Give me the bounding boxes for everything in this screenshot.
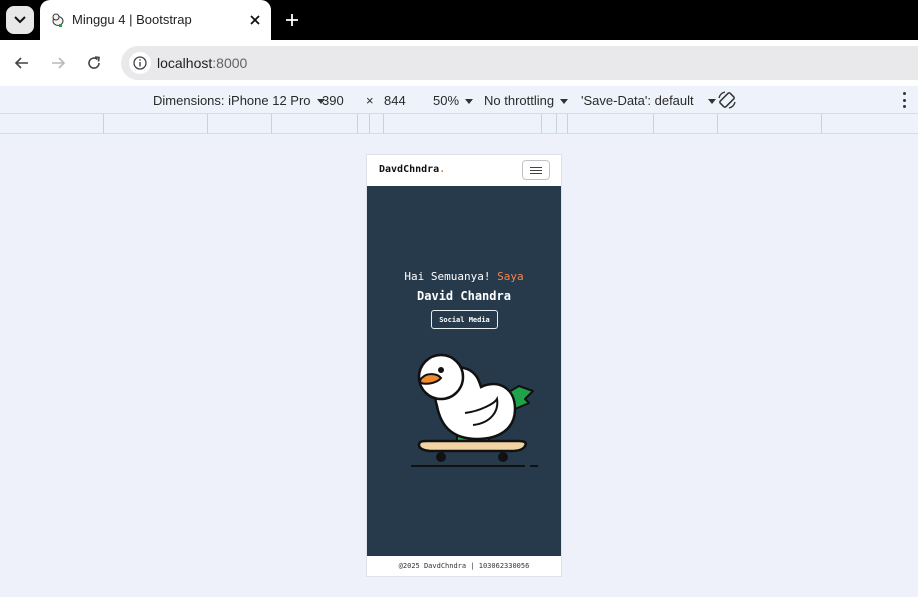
new-tab-button[interactable] bbox=[282, 10, 302, 30]
hero-section: Hai Semuanya! Saya David Chandra Social … bbox=[367, 186, 561, 556]
more-options-button[interactable] bbox=[898, 92, 910, 108]
caret-down-icon bbox=[707, 99, 716, 105]
ruler-tick bbox=[821, 114, 822, 133]
media-query-ruler[interactable] bbox=[0, 114, 918, 134]
tab-search-button[interactable] bbox=[6, 6, 34, 34]
ruler-tick bbox=[357, 114, 358, 133]
reload-button[interactable] bbox=[83, 52, 105, 74]
address-bar[interactable]: localhost:8000 bbox=[121, 46, 918, 80]
hero-greeting: Hai Semuanya! Saya bbox=[367, 270, 561, 283]
ruler-tick bbox=[556, 114, 557, 133]
ruler-tick bbox=[103, 114, 104, 133]
site-navbar: DavdChndra. bbox=[367, 155, 561, 186]
tab-title: Minggu 4 | Bootstrap bbox=[72, 12, 192, 27]
info-icon bbox=[133, 56, 147, 70]
chevron-down-icon bbox=[14, 16, 26, 24]
duck-skateboard-illustration bbox=[411, 353, 538, 467]
save-data-select[interactable]: 'Save-Data': default bbox=[581, 93, 716, 108]
site-footer: @2025 DavdChndra | 103062330056 bbox=[367, 556, 561, 576]
url-port: :8000 bbox=[212, 55, 248, 71]
site-info-button[interactable] bbox=[129, 52, 151, 74]
zoom-label: 50% bbox=[433, 93, 460, 108]
duck-favicon-icon bbox=[51, 13, 64, 27]
navbar-brand[interactable]: DavdChndra. bbox=[379, 164, 445, 175]
brand-text: DavdChndra bbox=[379, 164, 440, 175]
hamburger-icon bbox=[530, 172, 542, 174]
ruler-tick bbox=[207, 114, 208, 133]
save-data-label: 'Save-Data': default bbox=[581, 93, 694, 108]
greeting-text: Hai Semuanya! bbox=[404, 270, 491, 283]
back-button[interactable] bbox=[11, 52, 33, 74]
browser-toolbar: localhost:8000 bbox=[0, 40, 918, 86]
arrow-right-icon bbox=[52, 57, 66, 69]
brand-dot: . bbox=[439, 164, 446, 175]
dimension-separator: × bbox=[366, 93, 374, 108]
navbar-toggler-button[interactable] bbox=[522, 160, 550, 180]
arrow-left-icon bbox=[14, 57, 28, 69]
hero-name: David Chandra bbox=[417, 289, 511, 303]
url-host: localhost bbox=[157, 55, 213, 71]
throttling-select[interactable]: No throttling bbox=[484, 93, 569, 108]
hamburger-icon bbox=[530, 169, 542, 171]
ruler-tick bbox=[653, 114, 654, 133]
ruler-tick bbox=[271, 114, 272, 133]
close-icon bbox=[250, 15, 260, 25]
viewport-width-input[interactable]: 390 bbox=[322, 93, 344, 108]
throttling-label: No throttling bbox=[484, 93, 555, 108]
plus-icon bbox=[286, 14, 298, 26]
ruler-tick bbox=[369, 114, 370, 133]
dot-icon bbox=[902, 98, 906, 102]
url-text: localhost:8000 bbox=[157, 55, 247, 71]
dot-icon bbox=[902, 92, 906, 95]
ruler-tick bbox=[541, 114, 542, 133]
caret-down-icon bbox=[560, 99, 569, 105]
tab-close-button[interactable] bbox=[245, 10, 265, 30]
social-media-button[interactable]: Social Media bbox=[431, 310, 498, 329]
caret-down-icon bbox=[465, 99, 474, 105]
active-tab[interactable]: Minggu 4 | Bootstrap bbox=[40, 0, 271, 40]
viewport-height-input[interactable]: 844 bbox=[384, 93, 406, 108]
device-dimensions-label: Dimensions: iPhone 12 Pro bbox=[153, 93, 311, 108]
tab-strip: Minggu 4 | Bootstrap bbox=[0, 0, 918, 40]
device-toolbar: Dimensions: iPhone 12 Pro 390 × 844 50% … bbox=[0, 86, 918, 114]
device-dimensions-select[interactable]: Dimensions: iPhone 12 Pro bbox=[153, 93, 325, 108]
greeting-accent: Saya bbox=[497, 270, 524, 283]
ruler-tick bbox=[567, 114, 568, 133]
zoom-select[interactable]: 50% bbox=[433, 93, 474, 108]
hamburger-icon bbox=[530, 166, 542, 168]
device-viewport: DavdChndra. Hai Semuanya! Saya David Cha… bbox=[366, 154, 562, 577]
ruler-tick bbox=[383, 114, 384, 133]
forward-button[interactable] bbox=[47, 52, 69, 74]
rotate-device-icon[interactable] bbox=[717, 90, 737, 110]
reload-icon bbox=[88, 56, 100, 69]
ruler-tick bbox=[717, 114, 718, 133]
dot-icon bbox=[902, 105, 906, 108]
